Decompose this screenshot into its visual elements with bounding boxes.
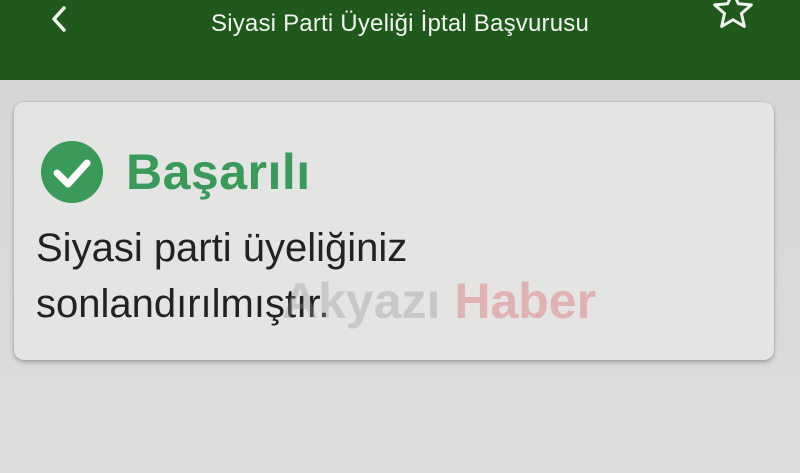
star-outline-icon [713, 0, 753, 28]
page-title: Siyasi Parti Üyeliği İptal Başvurusu [210, 10, 590, 37]
content-area: Başarılı Siyasi parti üyeliğiniz sonland… [0, 80, 800, 473]
check-circle-icon [41, 141, 103, 203]
app-bar: Siyasi Parti Üyeliği İptal Başvurusu [0, 0, 800, 80]
status-row: Başarılı [40, 140, 311, 204]
status-message: Siyasi parti üyeliğiniz sonlandırılmıştı… [36, 226, 408, 326]
status-title: Başarılı [126, 144, 311, 200]
favorite-button[interactable] [705, 0, 761, 38]
result-card: Başarılı Siyasi parti üyeliğiniz sonland… [14, 102, 774, 360]
